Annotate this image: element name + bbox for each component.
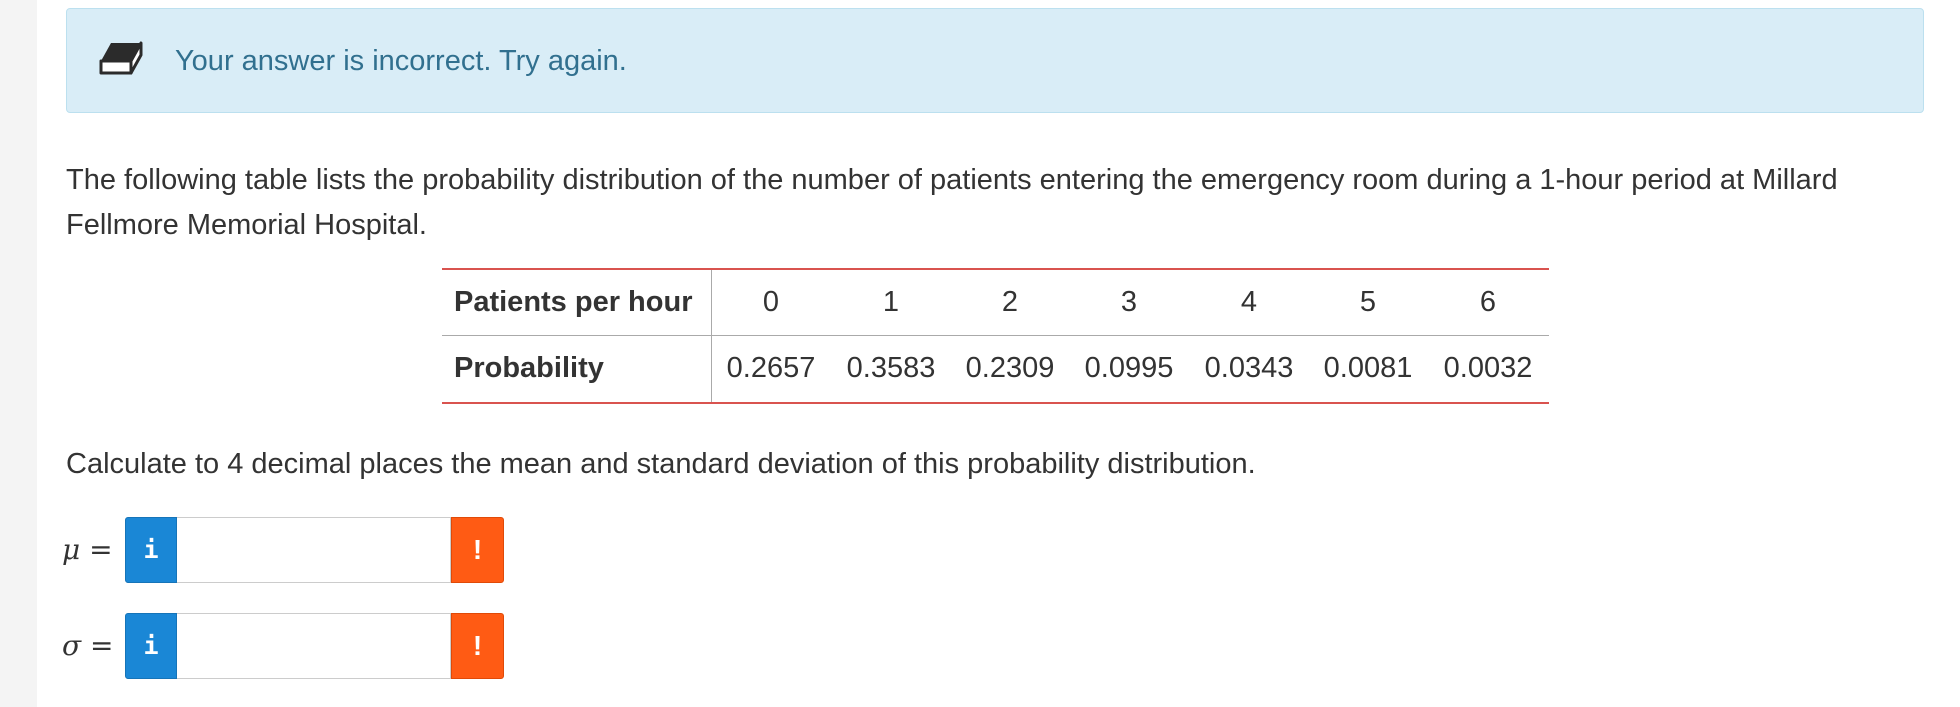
probability-cell: 0.2657 [726,352,816,384]
std-dev-input[interactable] [177,613,451,679]
patients-cell: 1 [882,286,900,318]
row-label-probability: Probability [454,352,604,384]
patients-cell: 3 [1120,286,1138,318]
probability-cell: 0.3583 [846,352,936,384]
mean-input[interactable] [177,517,451,583]
probability-cell: 0.0343 [1204,352,1294,384]
table-top-rule [442,268,1549,270]
probability-cell: 0.0995 [1084,352,1174,384]
std-dev-info-button[interactable]: i [125,613,177,679]
feedback-alert: Your answer is incorrect. Try again. [66,8,1924,113]
eraser-icon [99,41,143,75]
mean-info-button[interactable]: i [125,517,177,583]
mean-label: μ = [62,533,113,566]
row-label-patients: Patients per hour [454,286,693,318]
std-dev-answer-row: σ = i ! [62,613,522,679]
patients-cell: 5 [1359,286,1377,318]
patients-cell: 2 [1001,286,1019,318]
alert-message: Your answer is incorrect. Try again. [175,45,627,77]
probability-cell: 0.2309 [965,352,1055,384]
std-dev-warning-button[interactable]: ! [451,613,504,679]
patients-cell: 4 [1240,286,1258,318]
table-middle-rule [442,335,1549,336]
question-text: Calculate to 4 decimal places the mean a… [66,448,1256,480]
table-bottom-rule [442,402,1549,404]
probability-cell: 0.0081 [1323,352,1413,384]
problem-intro: The following table lists the probabilit… [66,164,1838,241]
probability-table: Patients per hour Probability 0 1 2 3 4 … [442,268,1549,404]
mean-answer-row: μ = i ! [62,517,522,583]
patients-cell: 6 [1479,286,1497,318]
mean-warning-button[interactable]: ! [451,517,504,583]
probability-cell: 0.0032 [1443,352,1533,384]
patients-cell: 0 [762,286,780,318]
std-dev-label: σ = [62,629,114,662]
